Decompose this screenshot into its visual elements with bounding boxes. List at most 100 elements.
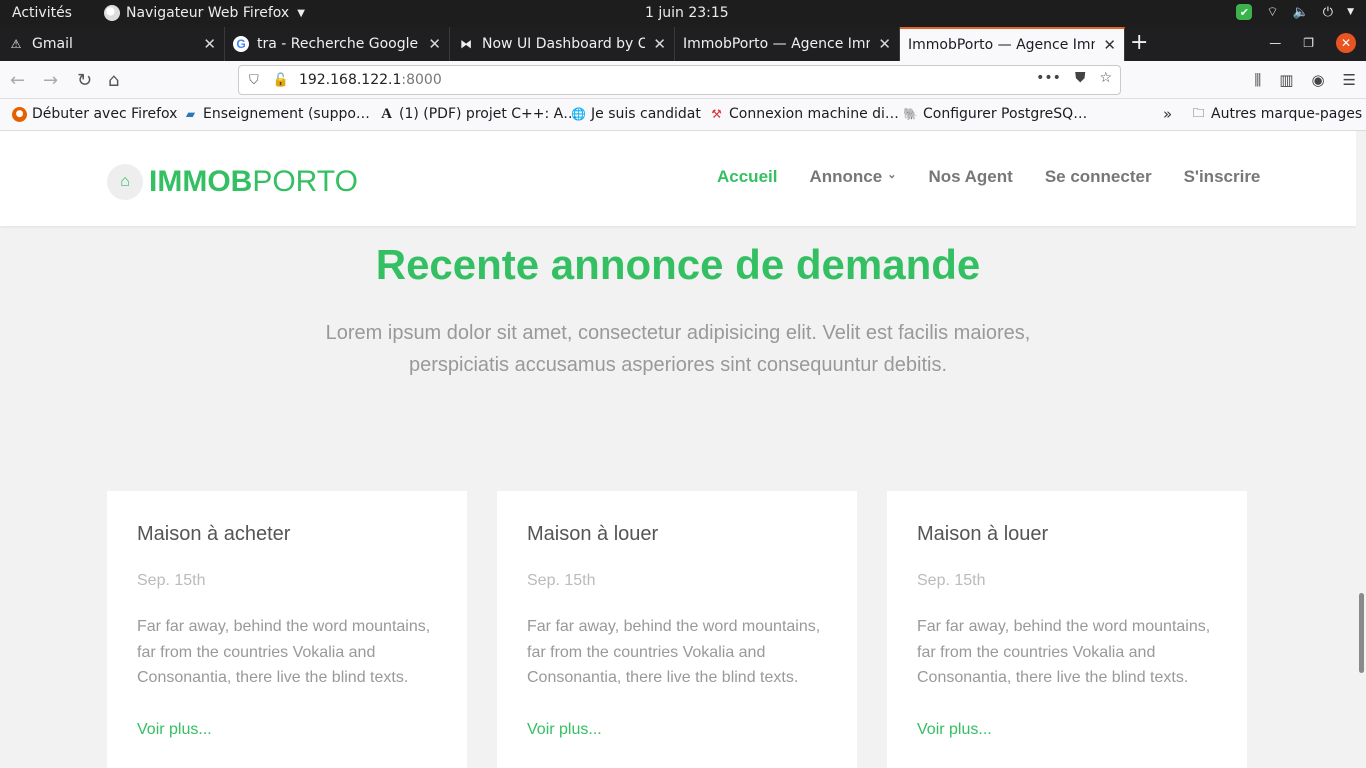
new-tab-button[interactable]: + <box>1130 30 1148 55</box>
page-viewport: ⌂ IMMOBPORTO Accueil Annonce Nos Agent S… <box>0 131 1356 768</box>
card-title[interactable]: Maison à louer <box>917 523 1217 546</box>
card-read-more-link[interactable]: Voir plus... <box>137 721 437 739</box>
tab-now-ui[interactable]: ⧓ Now UI Dashboard by Cr ✕ <box>450 27 675 61</box>
page-actions-icon[interactable]: ••• <box>1036 70 1061 86</box>
card-title[interactable]: Maison à acheter <box>137 523 437 546</box>
academia-icon: A <box>381 105 392 122</box>
menu-icon[interactable]: ☰ <box>1343 71 1356 89</box>
bookmark-item[interactable]: ▰ Enseignement (suppo… <box>183 106 370 122</box>
sidebar-icon[interactable]: ▥ <box>1279 71 1293 89</box>
forward-arrow-icon[interactable]: → <box>43 70 58 91</box>
bookmark-item[interactable]: ● Débuter avec Firefox <box>12 106 177 122</box>
tab-immobporto-1[interactable]: ImmobPorto — Agence Imm ✕ <box>675 27 900 61</box>
url-text[interactable]: 192.168.122.1:8000 <box>299 72 442 88</box>
system-tray[interactable]: ✔ ⌔ 🔈 ⏻ ▼ <box>1236 4 1354 20</box>
account-icon[interactable]: ◉ <box>1311 71 1324 89</box>
other-bookmarks[interactable]: 🗀 Autres marque-pages <box>1191 105 1363 123</box>
logo-light-text: PORTO <box>252 165 358 198</box>
shield-icon[interactable]: ⛉ <box>249 73 259 88</box>
site-menu: Accueil Annonce Nos Agent Se connecter S… <box>717 167 1260 187</box>
bookmarks-toolbar: ● Débuter avec Firefox ▰ Enseignement (s… <box>0 99 1366 131</box>
window-controls: — ❐ ✕ <box>1269 33 1356 53</box>
app-menu[interactable]: Navigateur Web Firefox ▼ <box>104 5 305 21</box>
card-title[interactable]: Maison à louer <box>527 523 827 546</box>
tab-bar: ⚠ Gmail ✕ G tra - Recherche Google ✕ ⧓ N… <box>0 27 1366 61</box>
home-icon[interactable]: ⌂ <box>108 70 119 91</box>
app-name: Navigateur Web Firefox <box>126 5 290 21</box>
url-bar[interactable]: ⛉ 🔓 192.168.122.1:8000 ••• ⛊ ☆ <box>238 65 1121 95</box>
tab-google-search[interactable]: G tra - Recherche Google ✕ <box>225 27 450 61</box>
maximize-icon[interactable]: ❐ <box>1303 36 1314 50</box>
home-icon: ⌂ <box>107 164 143 200</box>
folder-icon: 🗀 <box>1192 105 1205 120</box>
pickaxe-icon: ⚒ <box>711 107 722 121</box>
globe-icon: 🌐 <box>571 107 586 121</box>
logo-bold-text: IMMOB <box>149 165 253 198</box>
menu-item-home[interactable]: Accueil <box>717 167 777 187</box>
back-arrow-icon[interactable]: ← <box>10 70 25 91</box>
close-tab-icon[interactable]: ✕ <box>203 35 216 53</box>
tab-label: Gmail <box>32 36 73 52</box>
close-tab-icon[interactable]: ✕ <box>428 35 441 53</box>
system-top-bar: Activités Navigateur Web Firefox ▼ 1 jui… <box>0 0 1366 27</box>
close-tab-icon[interactable]: ✕ <box>653 35 666 53</box>
menu-item-login[interactable]: Se connecter <box>1045 167 1152 187</box>
close-tab-icon[interactable]: ✕ <box>878 35 891 53</box>
navigation-toolbar: ← → ↻ ⌂ ⛉ 🔓 192.168.122.1:8000 ••• ⛊ ☆ ⫼… <box>0 61 1366 99</box>
update-icon[interactable]: ✔ <box>1236 4 1253 20</box>
bookmark-label: Connexion machine di… <box>729 106 899 122</box>
caret-down-icon: ▼ <box>297 7 305 19</box>
card-description: Far far away, behind the word mountains,… <box>527 618 821 686</box>
caret-down-icon[interactable]: ▼ <box>1347 7 1354 17</box>
network-icon[interactable]: ⌔ <box>1266 4 1278 20</box>
tab-immobporto-active[interactable]: ImmobPorto — Agence Imm ✕ <box>900 27 1125 61</box>
section-lead: Lorem ipsum dolor sit amet, consectetur … <box>325 322 1031 376</box>
chevron-more-icon[interactable]: » <box>1163 105 1172 123</box>
library-icon[interactable]: ⫼ <box>1254 71 1261 89</box>
google-icon: G <box>233 36 249 52</box>
power-icon[interactable]: ⏻ <box>1323 5 1333 20</box>
volume-icon[interactable]: 🔈 <box>1293 5 1309 20</box>
card-description: Far far away, behind the word mountains,… <box>917 618 1211 686</box>
site-logo[interactable]: ⌂ IMMOBPORTO <box>107 164 358 200</box>
clock[interactable]: 1 juin 23:15 <box>645 5 729 21</box>
scrollbar-thumb[interactable] <box>1359 593 1364 673</box>
bookmark-label: Configurer PostgreSQ… <box>923 106 1088 122</box>
card-read-more-link[interactable]: Voir plus... <box>917 721 1217 739</box>
tab-gmail[interactable]: ⚠ Gmail ✕ <box>0 27 225 61</box>
tab-label: ImmobPorto — Agence Imm <box>683 36 871 52</box>
pocket-icon[interactable]: ⛊ <box>1075 70 1086 86</box>
activities-button[interactable]: Activités <box>12 5 72 21</box>
menu-item-signup[interactable]: S'inscrire <box>1184 167 1261 187</box>
bookmark-star-icon[interactable]: ☆ <box>1099 70 1112 86</box>
page-scrollbar[interactable] <box>1356 131 1366 768</box>
site-header: ⌂ IMMOBPORTO Accueil Annonce Nos Agent S… <box>0 131 1356 226</box>
url-port: :8000 <box>401 72 442 88</box>
menu-item-agents[interactable]: Nos Agent <box>928 167 1012 187</box>
close-tab-icon[interactable]: ✕ <box>1103 36 1116 54</box>
menu-item-annonce[interactable]: Annonce <box>809 167 896 187</box>
reload-icon[interactable]: ↻ <box>77 70 92 91</box>
insecure-lock-icon[interactable]: 🔓 <box>273 73 289 88</box>
bookmark-item[interactable]: 🌐 Je suis candidat <box>571 106 701 122</box>
firefox-icon <box>104 5 120 21</box>
section-heading: Recente annonce de demande <box>375 241 981 288</box>
card-read-more-link[interactable]: Voir plus... <box>527 721 827 739</box>
card-date: Sep. 15th <box>527 572 596 589</box>
bookmark-label: Enseignement (suppo… <box>203 106 370 122</box>
bookmark-label: Débuter avec Firefox <box>32 106 178 122</box>
bookmark-item[interactable]: ⚒ Connexion machine di… <box>709 106 899 122</box>
bookmark-item[interactable]: 🐘 Configurer PostgreSQ… <box>903 106 1087 122</box>
close-window-icon[interactable]: ✕ <box>1336 33 1356 53</box>
bowtie-icon: ⧓ <box>460 37 472 51</box>
url-host: 192.168.122.1 <box>298 72 402 88</box>
listing-card: Maison à acheter Sep. 15th Far far away,… <box>107 491 467 768</box>
card-date: Sep. 15th <box>917 572 986 589</box>
bookmark-label: Autres marque-pages <box>1211 106 1363 122</box>
tab-label: tra - Recherche Google <box>257 36 419 52</box>
minimize-icon[interactable]: — <box>1269 36 1281 50</box>
elephant-icon: 🐘 <box>903 107 918 121</box>
tab-label: Now UI Dashboard by Cr <box>482 36 646 52</box>
card-description: Far far away, behind the word mountains,… <box>137 618 431 686</box>
bookmark-item[interactable]: A (1) (PDF) projet C++: A… <box>379 105 577 123</box>
